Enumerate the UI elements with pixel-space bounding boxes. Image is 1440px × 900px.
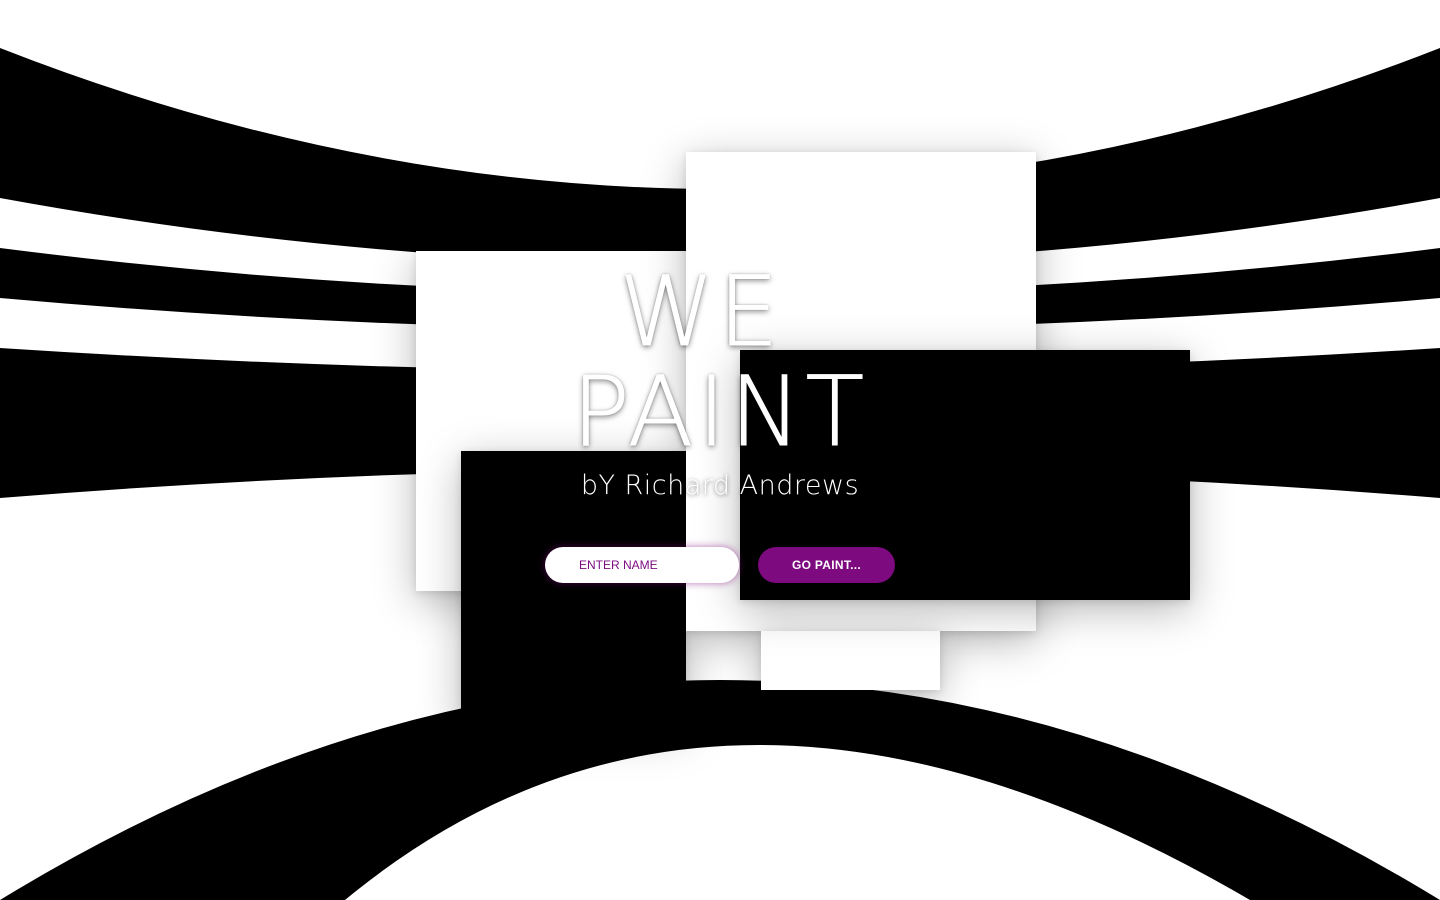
hero-title-line-1: WE (619, 256, 783, 368)
name-form: GO PAINT... (545, 547, 895, 583)
go-paint-button[interactable]: GO PAINT... (758, 547, 895, 583)
background-stripe-bottom (0, 680, 1440, 900)
hero-title: WE PAINT (560, 262, 880, 468)
hero-title-line-2: PAINT (571, 356, 869, 468)
hero-byline: bY Richard Andrews (580, 470, 860, 501)
landing-stage: WE PAINT bY Richard Andrews GO PAINT... (0, 0, 1440, 900)
decor-panel-lower-white (761, 631, 940, 690)
name-input[interactable] (545, 547, 739, 583)
